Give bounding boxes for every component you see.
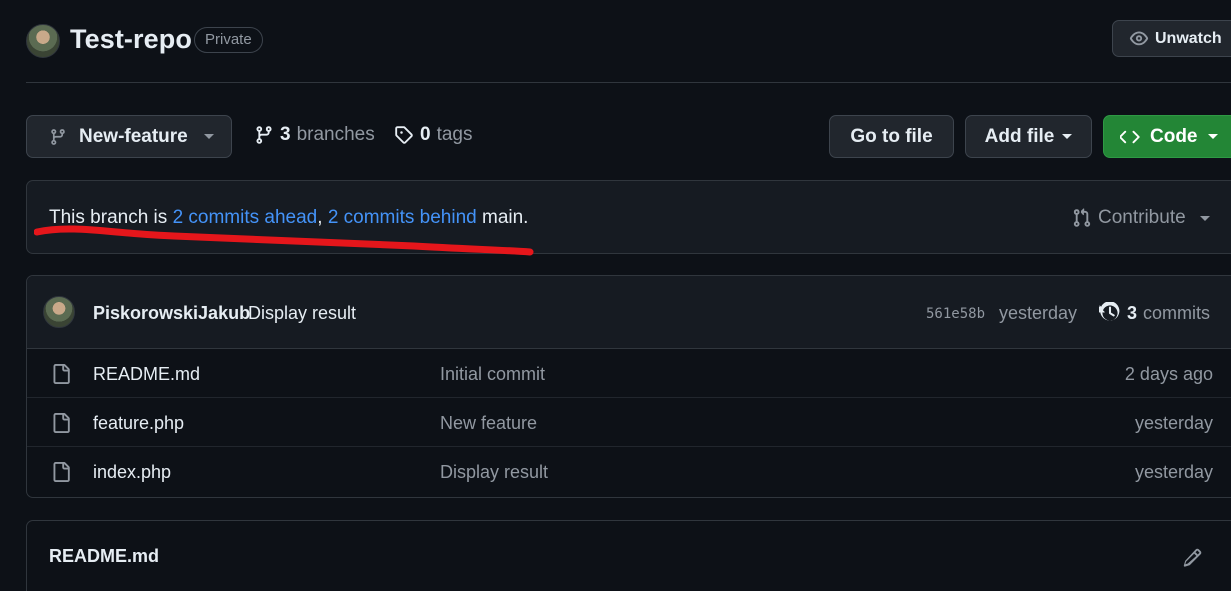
branches-count: 3 bbox=[280, 124, 291, 145]
header-divider bbox=[26, 82, 1231, 83]
git-pull-request-icon bbox=[1072, 208, 1092, 228]
file-time: yesterday bbox=[1134, 462, 1213, 482]
chevron-down-icon bbox=[1062, 134, 1073, 139]
visibility-badge: Private bbox=[194, 27, 263, 53]
file-name-link[interactable]: README.md bbox=[93, 364, 200, 385]
commit-message[interactable]: Display result bbox=[248, 303, 356, 324]
code-button[interactable]: Code bbox=[1103, 115, 1231, 158]
code-label: Code bbox=[1150, 125, 1198, 147]
repo-title[interactable]: Test-repo bbox=[70, 24, 192, 55]
file-list: PiskorowskiJakub Display result 561e58b … bbox=[26, 275, 1231, 498]
author-avatar[interactable] bbox=[43, 296, 75, 328]
branch-name: New-feature bbox=[79, 125, 188, 147]
branches-label: branches bbox=[296, 124, 375, 145]
commits-label: commits bbox=[1143, 302, 1211, 323]
chevron-down-icon bbox=[203, 134, 214, 139]
add-file-label: Add file bbox=[984, 125, 1055, 147]
readme-title[interactable]: README.md bbox=[49, 546, 159, 567]
tags-link[interactable]: 0 tags bbox=[394, 124, 473, 146]
file-time: 2 days ago bbox=[1124, 364, 1213, 384]
file-name-link[interactable]: feature.php bbox=[93, 413, 184, 434]
commit-time: yesterday bbox=[999, 303, 1078, 323]
file-commit-link[interactable]: Display result bbox=[440, 462, 548, 483]
file-name-link[interactable]: index.php bbox=[93, 462, 171, 483]
commits-link[interactable]: 3 commits bbox=[1099, 302, 1210, 324]
go-to-file-button[interactable]: Go to file bbox=[829, 115, 954, 158]
eye-icon bbox=[1129, 29, 1149, 49]
commit-count: 3 bbox=[1127, 302, 1138, 323]
file-commit-link[interactable]: Initial commit bbox=[440, 364, 545, 385]
git-branch-icon bbox=[49, 128, 67, 146]
branches-link[interactable]: 3 branches bbox=[254, 124, 375, 146]
code-icon bbox=[1120, 127, 1140, 147]
owner-avatar[interactable] bbox=[26, 24, 60, 58]
file-commit-link[interactable]: New feature bbox=[440, 413, 537, 434]
contribute-label: Contribute bbox=[1098, 207, 1186, 228]
unwatch-button[interactable]: Unwatch bbox=[1112, 20, 1231, 57]
file-icon bbox=[51, 461, 71, 483]
go-to-file-label: Go to file bbox=[850, 125, 933, 147]
unwatch-label: Unwatch bbox=[1155, 29, 1222, 47]
contribute-dropdown[interactable]: Contribute bbox=[1072, 207, 1210, 229]
file-time: yesterday bbox=[1134, 413, 1213, 433]
pencil-icon[interactable] bbox=[1182, 548, 1202, 568]
latest-commit-row: PiskorowskiJakub Display result 561e58b … bbox=[27, 276, 1231, 349]
chevron-down-icon bbox=[1207, 134, 1218, 139]
red-underline-annotation bbox=[34, 225, 534, 256]
add-file-button[interactable]: Add file bbox=[965, 115, 1092, 158]
tag-icon bbox=[394, 125, 414, 145]
history-icon bbox=[1099, 302, 1121, 324]
git-branch-icon bbox=[254, 125, 274, 145]
readme-box bbox=[26, 520, 1231, 591]
commit-author[interactable]: PiskorowskiJakub bbox=[93, 303, 250, 324]
commit-sha[interactable]: 561e58b bbox=[926, 306, 985, 322]
branch-select-button[interactable]: New-feature bbox=[26, 115, 232, 158]
file-row: feature.php New feature yesterday bbox=[27, 398, 1231, 447]
file-row: README.md Initial commit 2 days ago bbox=[27, 349, 1231, 398]
tags-count: 0 bbox=[420, 124, 431, 145]
tags-label: tags bbox=[436, 124, 473, 145]
file-row: index.php Display result yesterday bbox=[27, 447, 1231, 496]
file-icon bbox=[51, 363, 71, 385]
chevron-down-icon bbox=[1199, 215, 1210, 221]
file-icon bbox=[51, 412, 71, 434]
